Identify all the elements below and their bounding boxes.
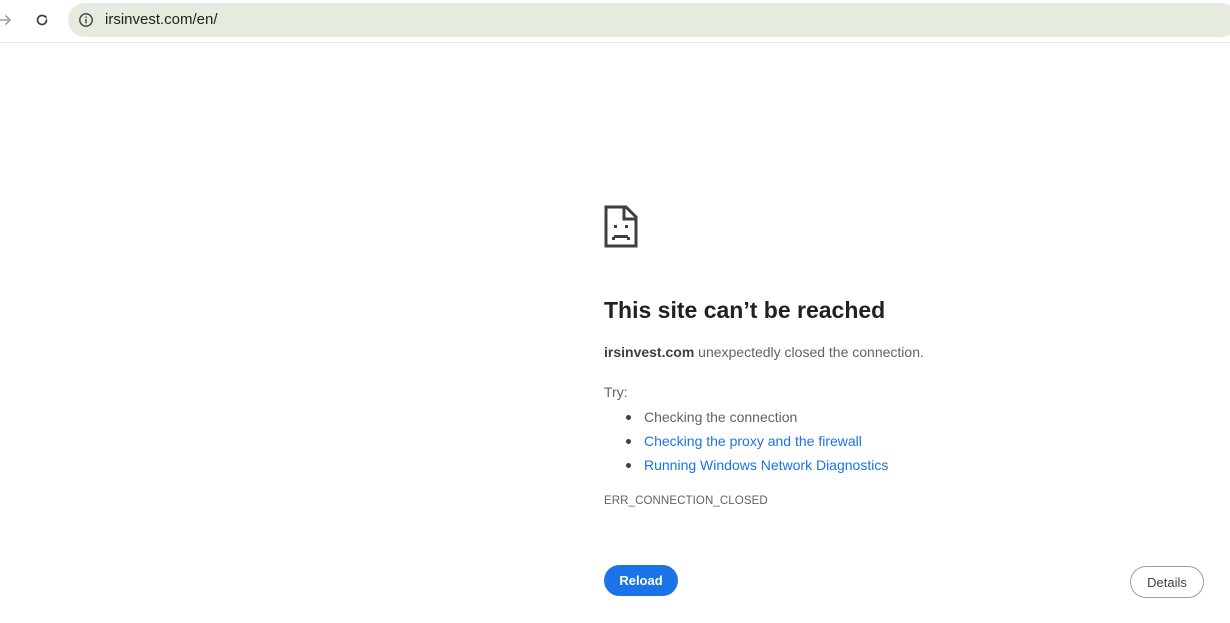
summary-text: unexpectedly closed the connection.	[694, 344, 924, 360]
error-summary: irsinvest.com unexpectedly closed the co…	[604, 344, 924, 360]
reload-toolbar-button[interactable]	[27, 5, 57, 35]
suggestions-list: Checking the connection Checking the pro…	[626, 408, 888, 480]
arrow-right-icon	[0, 15, 11, 25]
url-text[interactable]: irsinvest.com/en/	[105, 11, 218, 28]
error-headline: This site can’t be reached	[604, 297, 886, 323]
suggestion-network-diagnostics-link[interactable]: Running Windows Network Diagnostics	[626, 456, 888, 480]
address-bar[interactable]: irsinvest.com/en/	[68, 3, 1230, 37]
details-button[interactable]: Details	[1130, 566, 1204, 598]
reload-button[interactable]: Reload	[604, 565, 678, 596]
try-label: Try:	[604, 384, 628, 400]
info-icon[interactable]	[78, 12, 94, 28]
sad-page-icon	[604, 205, 638, 248]
suggestion-check-connection: Checking the connection	[626, 408, 888, 432]
forward-button[interactable]	[0, 5, 20, 35]
summary-host: irsinvest.com	[604, 344, 695, 360]
error-code: ERR_CONNECTION_CLOSED	[604, 495, 768, 507]
suggestion-check-proxy-link[interactable]: Checking the proxy and the firewall	[626, 432, 888, 456]
browser-toolbar: irsinvest.com/en/	[0, 0, 1230, 43]
reload-icon	[36, 14, 48, 26]
